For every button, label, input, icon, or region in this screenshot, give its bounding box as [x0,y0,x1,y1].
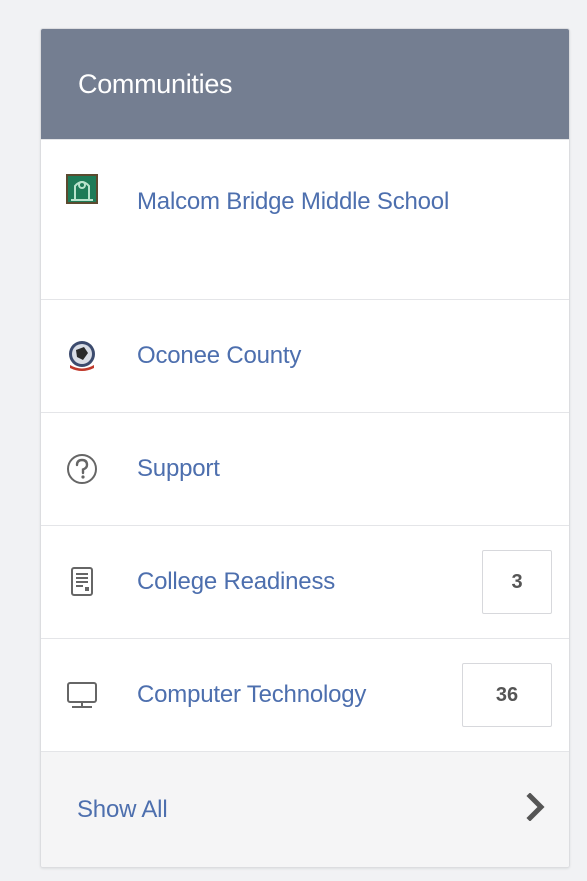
show-all-label: Show All [77,795,168,823]
count-badge: 36 [462,663,552,727]
community-label: Computer Technology [137,681,367,708]
community-item-oconee-county[interactable]: Oconee County [41,299,569,412]
community-label: Oconee County [137,342,302,369]
community-label: College Readiness [137,568,336,595]
monitor-icon [65,678,99,712]
school-building-icon [65,172,99,206]
community-label: Malcom Bridge Middle School [137,188,450,215]
community-label: Support [137,455,220,482]
panel-title: Communities [41,29,569,139]
community-item-support[interactable]: Support [41,412,569,525]
community-item-college-readiness[interactable]: College Readiness 3 [41,525,569,638]
communities-panel: Communities Malcom Bridge Middle School … [40,28,570,868]
community-item-computer-technology[interactable]: Computer Technology 36 [41,638,569,751]
document-icon [65,565,99,599]
count-badge: 3 [482,550,552,614]
show-all-link[interactable]: Show All [41,751,569,867]
chevron-right-icon [525,792,547,826]
county-seal-icon [65,339,99,373]
question-circle-icon [65,452,99,486]
community-item-malcom-bridge[interactable]: Malcom Bridge Middle School [41,139,569,299]
